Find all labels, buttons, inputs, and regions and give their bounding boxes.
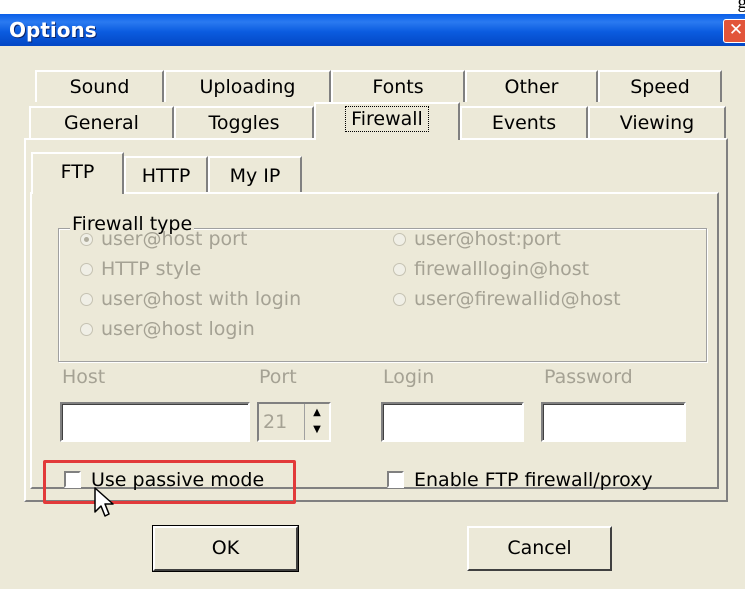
close-button[interactable]: ✕ [723,19,745,43]
spin-up-icon[interactable]: ▲ [305,404,329,421]
ok-button[interactable]: OK [152,525,299,572]
login-input[interactable] [381,402,524,442]
host-label: Host [62,366,106,388]
port-spin-buttons[interactable]: ▲ ▼ [304,404,329,440]
password-label: Password [544,366,633,388]
radio-icon [393,233,406,246]
tab-toggles[interactable]: Toggles [174,106,314,138]
tab-firewall[interactable]: Firewall [314,102,460,140]
close-icon: ✕ [728,20,744,40]
enable-ftp-firewall-checkbox[interactable]: Enable FTP firewall/proxy [387,469,653,491]
spin-down-icon[interactable]: ▼ [305,421,329,438]
radio-user-host-port[interactable]: user@host port [80,228,247,250]
radio-firewalllogin-host[interactable]: firewalllogin@host [393,258,589,280]
tab-sound[interactable]: Sound [35,70,164,102]
tab-uploading[interactable]: Uploading [164,70,331,102]
host-input[interactable] [60,402,250,442]
radio-user-firewallid-host[interactable]: user@firewallid@host [393,288,621,310]
port-value: 21 [263,411,288,433]
radio-icon [393,293,406,306]
port-spinner[interactable]: 21 ▲ ▼ [257,402,331,442]
annotation-highlight-box [43,460,296,504]
window-title: Options [9,18,97,42]
tab-events[interactable]: Events [460,106,588,138]
radio-user-host-with-login[interactable]: user@host with login [80,288,301,310]
subtab-my-ip[interactable]: My IP [208,156,302,194]
radio-icon [80,263,93,276]
tab-other[interactable]: Other [465,70,598,102]
tab-general[interactable]: General [29,106,174,138]
tab-viewing[interactable]: Viewing [588,106,726,138]
cropped-background-text: g [0,0,745,14]
login-label: Login [383,366,435,388]
radio-icon [80,323,93,336]
radio-user-host-colon-port[interactable]: user@host:port [393,228,561,250]
radio-user-host-login[interactable]: user@host login [80,318,255,340]
radio-http-style[interactable]: HTTP style [80,258,201,280]
radio-selected-icon [80,233,93,246]
cancel-button[interactable]: Cancel [467,526,612,571]
title-bar[interactable]: Options ✕ [0,14,745,46]
radio-icon [393,263,406,276]
cropped-letter: g [737,0,745,13]
subtab-http[interactable]: HTTP [124,156,208,194]
tab-fonts[interactable]: Fonts [331,70,465,102]
mouse-cursor-icon [94,487,114,517]
checkbox-icon[interactable] [387,471,404,488]
port-label: Port [259,366,297,388]
options-dialog: Options ✕ Sound Uploading Fonts Other Sp… [0,14,745,589]
subtab-ftp[interactable]: FTP [31,152,124,194]
tab-speed[interactable]: Speed [598,70,722,102]
radio-icon [80,293,93,306]
password-input[interactable] [541,402,686,442]
